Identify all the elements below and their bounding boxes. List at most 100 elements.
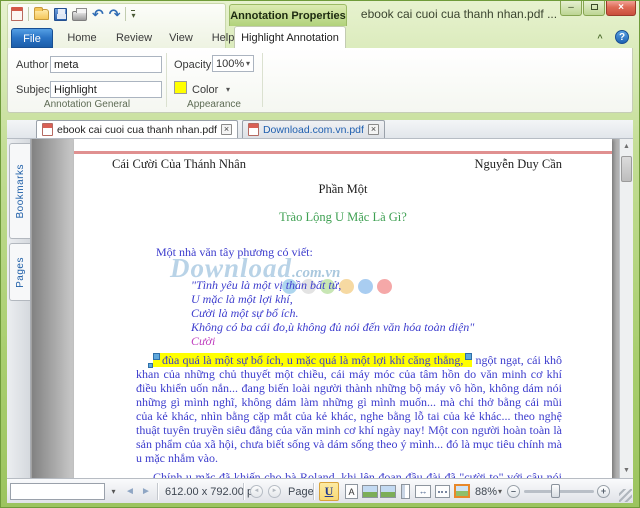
status-divider [313,483,314,500]
window-controls: – × [560,1,636,16]
context-group-header: Annotation Properties [229,4,347,26]
app-icon[interactable] [11,7,23,21]
paragraph-2: Chính u mặc đã khiến cho bà Roland, khi … [136,470,562,478]
highlight-tool-button[interactable]: U [319,482,339,501]
quote-line: U mặc là một lợi khí, [191,292,293,306]
paragraph-text: Chính u mặc đã khiến cho bà Roland, khi … [153,470,562,478]
close-tab-icon[interactable]: × [220,124,232,135]
document-tab-bar: ebook cai cuoi cua thanh nhan.pdf × Down… [7,120,633,139]
chevron-down-icon[interactable]: ▾ [106,483,121,500]
status-bar: ▾ ◄ ► 612.00 x 792.00 pt ◄ ► Page U A ↔ … [7,478,633,503]
group-label-annotation-general: Annotation General [43,99,131,110]
minimize-button[interactable]: – [560,1,582,16]
quote-line: Cười là một sự bổ ích. [191,306,299,320]
tab-review[interactable]: Review [109,28,159,48]
close-button[interactable]: × [606,1,636,16]
pdf-page: Cái Cười Của Thánh Nhân Nguyễn Duy Cần P… [74,139,612,478]
opacity-value: 100% [216,57,245,70]
page-running-header: Cái Cười Của Thánh Nhân Nguyễn Duy Cần [74,154,612,171]
sidebar-tab-pages[interactable]: Pages [9,243,30,301]
doc-tab-inactive[interactable]: Download.com.vn.pdf × [241,120,385,138]
previous-view-icon[interactable]: ◄ [125,479,135,504]
subject-field[interactable] [50,81,162,98]
status-divider [243,483,244,500]
vertical-scrollbar[interactable]: ▲ ▼ [619,139,633,478]
open-file-icon[interactable] [34,6,49,20]
customize-toolbar-icon[interactable]: ▾ [131,9,136,19]
tab-file[interactable]: File [11,28,53,48]
ribbon: Author Subject Annotation General Opacit… [7,48,633,113]
pdf-file-icon [42,123,53,136]
help-icon[interactable]: ? [615,30,629,44]
header-author-name: Nguyễn Duy Cần [474,157,563,171]
navigation-pane-tabs: Bookmarks Pages [7,139,31,478]
color-swatch[interactable] [174,81,187,94]
collapse-ribbon-icon[interactable]: ^ [593,32,607,44]
continuous-scroll-icon[interactable]: ↔ [415,485,431,498]
part-title: Phần Một [318,182,368,196]
full-screen-icon[interactable] [454,484,470,498]
quick-access-toolbar: ↶ ↷ ▾ [11,5,136,23]
opacity-dropdown[interactable]: 100% ▾ [212,55,254,72]
selection-handle[interactable] [148,363,153,368]
paragraph-text: ngột ngạt, cái khô khan của những chủ th… [136,353,562,465]
status-divider [157,483,158,500]
zoom-slider-handle[interactable] [551,484,560,498]
header-book-title: Cái Cười Của Thánh Nhân [112,157,246,171]
page-label: Page [288,485,314,498]
zoom-in-button[interactable]: + [597,479,610,504]
select-text-tool-icon[interactable]: A [345,484,358,499]
maximize-button[interactable] [583,1,605,16]
toolbar-divider [28,7,29,21]
quote-line: Cười [191,334,216,348]
author-label: Author [16,59,49,71]
quote-line: "Tình yêu là một vị thần bất tử, [191,278,342,292]
chapter-title: Trào Lộng U Mặc Là Gì? [279,210,407,224]
ribbon-tab-row: File Home Review View Help Highlight Ann… [1,26,639,48]
undo-icon[interactable]: ↶ [92,7,104,21]
scroll-up-icon[interactable]: ▲ [620,139,633,154]
chevron-down-icon[interactable]: ▾ [498,479,502,504]
fit-width-icon[interactable] [380,485,396,498]
single-page-icon[interactable] [401,484,410,499]
marquee-zoom-icon[interactable] [435,485,450,498]
doc-tab-label: Download.com.vn.pdf [262,123,364,136]
next-page-button[interactable]: ► [268,479,281,504]
pdf-file-icon [247,123,259,136]
resize-grip[interactable] [619,489,632,502]
tab-home[interactable]: Home [59,28,105,48]
tab-view[interactable]: View [161,28,201,48]
paragraph-intro: Một nhà văn tây phương có viết: [156,245,313,259]
close-tab-icon[interactable]: × [367,124,379,135]
group-label-appearance: Appearance [187,99,241,110]
redo-icon[interactable]: ↷ [109,7,121,21]
chevron-down-icon[interactable]: ▾ [226,85,230,94]
page-number-input[interactable] [10,483,105,500]
scroll-down-icon[interactable]: ▼ [620,463,633,478]
previous-page-button[interactable]: ◄ [250,479,263,504]
document-viewport[interactable]: Cái Cười Của Thánh Nhân Nguyễn Duy Cần P… [32,139,619,478]
group-divider [262,53,263,107]
subject-label: Subject [16,84,53,96]
opacity-label: Opacity [174,59,212,71]
main-area: Bookmarks Pages Cái Cười Của Thánh Nhân … [7,139,633,478]
toolbar-divider [125,7,127,21]
scrollbar-thumb[interactable] [621,156,632,182]
doc-tab-label: ebook cai cuoi cua thanh nhan.pdf [57,123,217,136]
chevron-down-icon: ▾ [245,59,250,68]
window-title: ebook cai cuoi cua thanh nhan.pdf ... [360,7,558,21]
tab-highlight-annotation[interactable]: Highlight Annotation [234,26,346,48]
color-label[interactable]: Color [192,84,218,96]
fit-page-icon[interactable] [362,485,378,498]
poem-quote: "Tình yêu là một vị thần bất tử, U mặc l… [191,278,562,348]
highlight-annotation[interactable]: đùa quá là một sự bổ ích, u mặc quá là m… [153,353,473,367]
print-icon[interactable] [72,7,87,21]
doc-tab-active[interactable]: ebook cai cuoi cua thanh nhan.pdf × [36,120,238,138]
zoom-percent[interactable]: 88% [475,479,497,504]
save-icon[interactable] [54,7,67,21]
author-field[interactable] [50,56,162,73]
next-view-icon[interactable]: ► [141,479,151,504]
zoom-out-button[interactable]: – [507,479,520,504]
sidebar-tab-bookmarks[interactable]: Bookmarks [9,143,30,239]
paragraph-1: đùa quá là một sự bổ ích, u mặc quá là m… [136,353,562,465]
